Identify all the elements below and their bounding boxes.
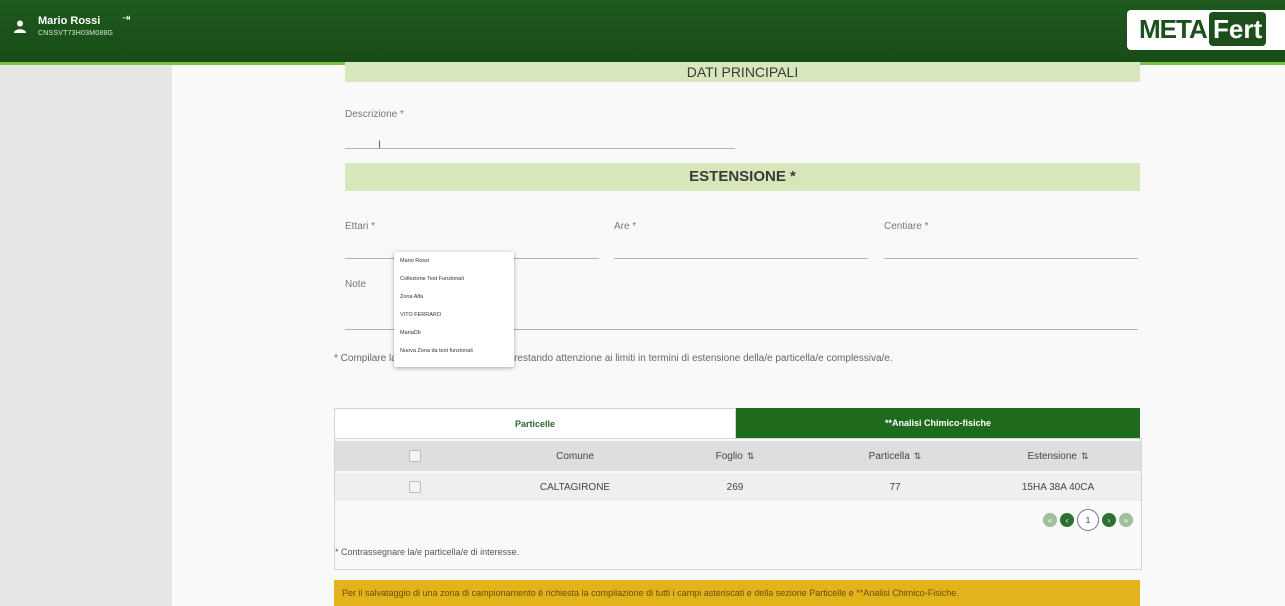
tabs: Particelle **Analisi Chimico-fisiche	[334, 408, 1140, 438]
pagination: « ‹ 1 › »	[1043, 509, 1133, 531]
autocomplete-dropdown: Mario Rossi Collezione Test Funzionali Z…	[394, 252, 514, 367]
brand-logo-fert: Fert	[1209, 12, 1267, 46]
next-page-icon[interactable]: ›	[1102, 513, 1116, 527]
header-particella[interactable]: Particella ⇅	[815, 441, 975, 471]
centiare-input[interactable]	[884, 258, 1138, 259]
dropdown-item[interactable]: Collezione Test Funzionali	[394, 270, 514, 288]
header-comune: Comune	[556, 450, 594, 462]
descrizione-label: Descrizione *	[345, 109, 404, 120]
prev-page-icon[interactable]: ‹	[1060, 513, 1074, 527]
header-estensione[interactable]: Estensione ⇅	[975, 441, 1141, 471]
are-input[interactable]	[614, 258, 868, 259]
particelle-table: Comune Foglio ⇅ Particella ⇅ Estensione …	[334, 438, 1142, 570]
sort-icon[interactable]: ⇅	[1081, 451, 1089, 462]
dropdown-item[interactable]: Nuova Zona da test funzionali	[394, 342, 514, 360]
tab-particelle[interactable]: Particelle	[334, 408, 736, 438]
sort-icon[interactable]: ⇅	[914, 451, 922, 462]
logout-icon[interactable]: ⇥	[122, 13, 130, 24]
descrizione-input[interactable]	[345, 148, 735, 149]
table-header: Comune Foglio ⇅ Particella ⇅ Estensione …	[335, 441, 1141, 471]
top-bar: Mario Rossi CNSSVT73H03M088G ⇥ META Fert	[0, 0, 1285, 65]
header-foglio-label: Foglio	[715, 450, 743, 462]
estensione-title: ESTENSIONE *	[345, 163, 1140, 191]
cell-particella: 77	[889, 481, 901, 493]
table-row[interactable]: CALTAGIRONE 269 77 15HA 38A 40CA	[335, 473, 1141, 501]
cell-comune: CALTAGIRONE	[539, 481, 611, 493]
are-label: Are *	[614, 221, 637, 232]
left-panel	[0, 65, 172, 606]
first-page-icon[interactable]: «	[1043, 513, 1057, 527]
current-page[interactable]: 1	[1077, 509, 1099, 531]
select-all-checkbox[interactable]	[409, 450, 421, 462]
header-estensione-label: Estensione	[1027, 450, 1077, 462]
text-cursor-icon: I	[378, 139, 382, 151]
dropdown-item[interactable]: VITO FERRARO	[394, 306, 514, 324]
brand-logo-meta: META	[1139, 14, 1208, 44]
dropdown-item[interactable]: MariaDb	[394, 324, 514, 342]
note-label: Note	[345, 279, 367, 290]
cell-foglio: 269	[726, 481, 744, 493]
user-icon	[14, 20, 26, 33]
ettari-label: Ettari *	[345, 221, 376, 232]
user-fiscal-code: CNSSVT73H03M088G	[38, 30, 114, 37]
cell-estensione: 15HA 38A 40CA	[1021, 481, 1095, 493]
centiare-label: Centiare *	[884, 221, 929, 232]
warning-banner: Per il salvataggio di una zona di campio…	[334, 580, 1140, 606]
last-page-icon[interactable]: »	[1119, 513, 1133, 527]
dropdown-item[interactable]: Mario Rossi	[394, 252, 514, 270]
brand-logo: META Fert	[1127, 10, 1285, 50]
tab-analisi-chimico-fisiche[interactable]: **Analisi Chimico-fisiche	[736, 408, 1140, 438]
dati-principali-title: DATI PRINCIPALI	[345, 62, 1140, 82]
row-checkbox[interactable]	[409, 481, 421, 493]
sort-icon[interactable]: ⇅	[747, 451, 755, 462]
header-particella-label: Particella	[868, 450, 910, 462]
dropdown-item[interactable]: Zona Alfa	[394, 288, 514, 306]
header-foglio[interactable]: Foglio ⇅	[655, 441, 815, 471]
table-note: * Contrassegnare la/e particella/e di in…	[335, 547, 520, 557]
user-name: Mario Rossi	[38, 15, 101, 27]
